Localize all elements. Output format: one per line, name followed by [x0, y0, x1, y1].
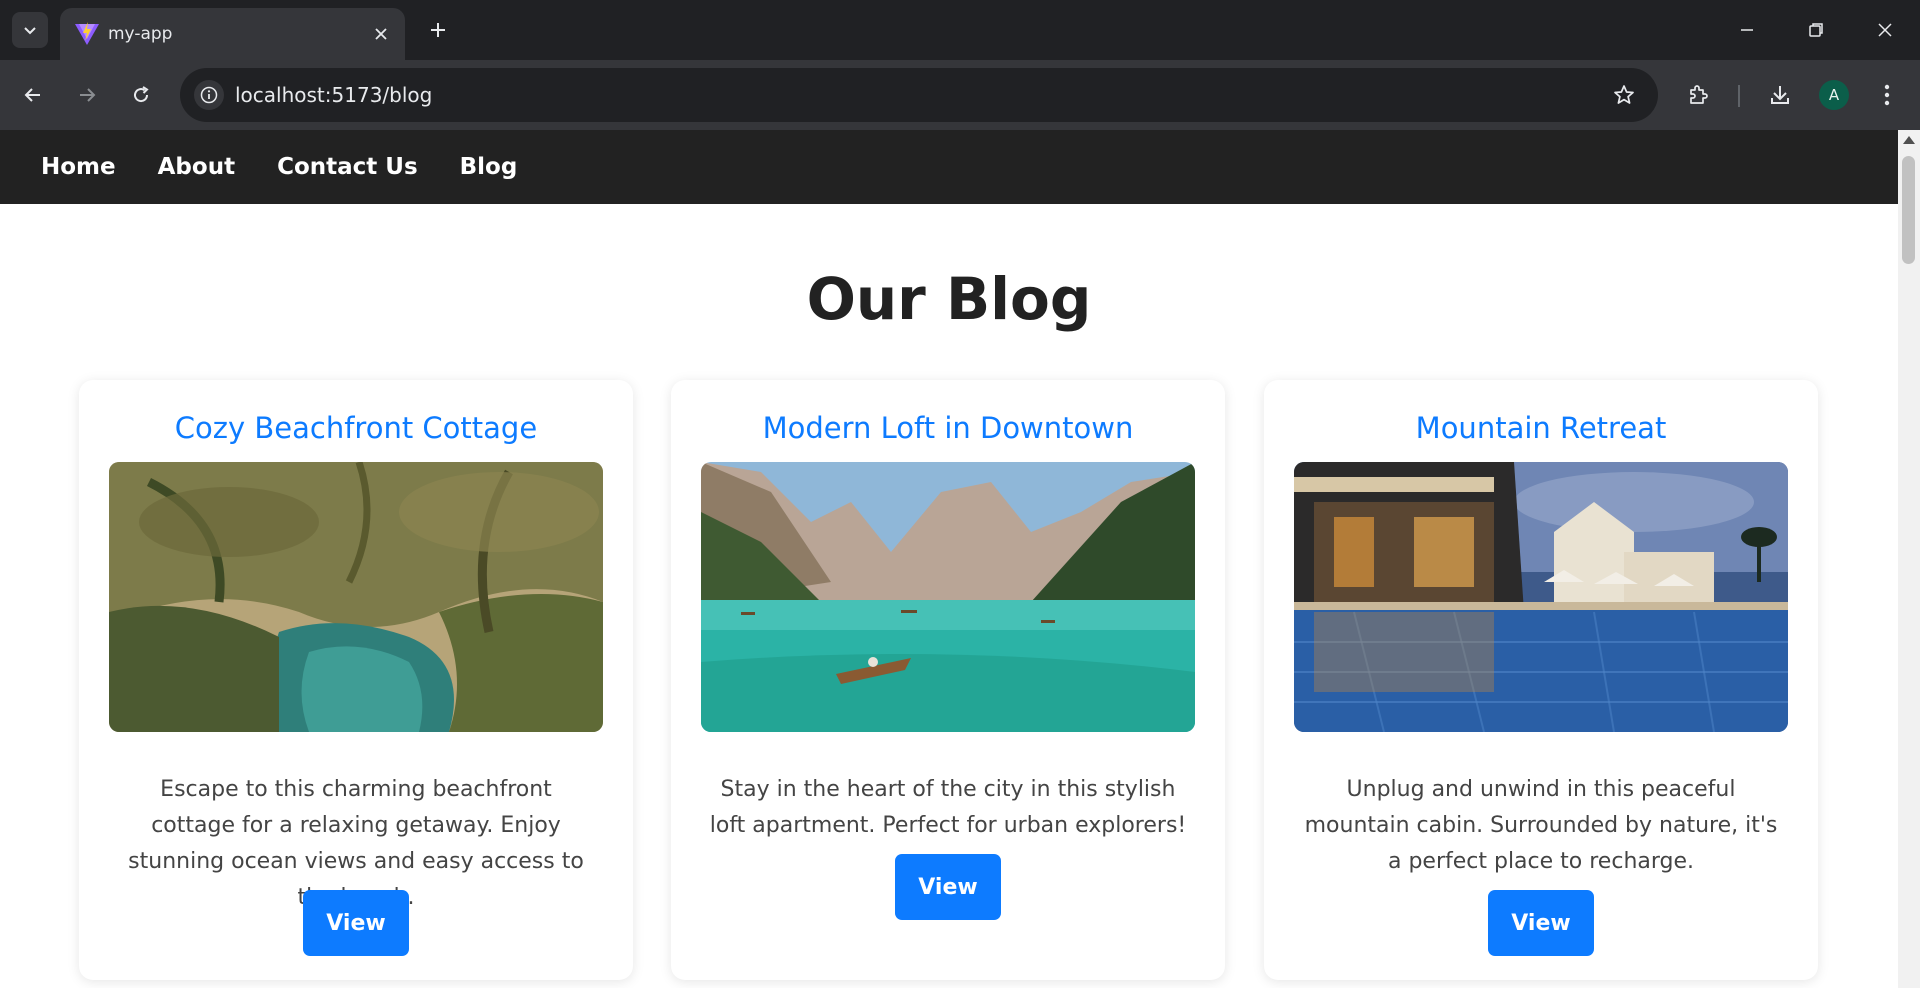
- new-tab-button[interactable]: [424, 16, 452, 44]
- card-title[interactable]: Mountain Retreat: [1264, 410, 1818, 446]
- browser-tab[interactable]: my-app: [60, 8, 405, 60]
- restore-icon: [1809, 23, 1823, 37]
- site-info-button[interactable]: [194, 80, 224, 110]
- view-button[interactable]: View: [895, 854, 1001, 920]
- close-icon: [1878, 23, 1892, 37]
- card-image-resort-pool: [1294, 462, 1788, 732]
- tab-search-button[interactable]: [12, 12, 48, 48]
- site-nav: Home About Contact Us Blog: [0, 130, 1898, 204]
- card-description: Stay in the heart of the city in this st…: [709, 777, 1187, 838]
- forward-button[interactable]: [70, 78, 104, 112]
- toolbar-divider: [1738, 85, 1740, 107]
- scrollbar-thumb[interactable]: [1902, 156, 1915, 264]
- blog-card: Cozy Beachfront Cottage Escape to this c…: [79, 380, 633, 980]
- reload-icon: [134, 86, 149, 103]
- scroll-up-arrow-icon[interactable]: [1903, 136, 1915, 144]
- tropical-river-image: [109, 462, 603, 732]
- blog-card: Mountain Retreat Unplug and unwind in th…: [1264, 380, 1818, 980]
- view-button[interactable]: View: [1488, 890, 1594, 956]
- browser-menu-button[interactable]: [1870, 78, 1904, 112]
- plus-icon: [431, 23, 445, 37]
- address-bar[interactable]: localhost:5173/blog: [180, 68, 1658, 122]
- blog-card: Modern Loft in Downtown Stay in the hear…: [671, 380, 1225, 980]
- nav-link-blog[interactable]: Blog: [439, 130, 539, 204]
- card-image-mountain-lake: [701, 462, 1195, 732]
- extensions-button[interactable]: [1682, 78, 1716, 112]
- card-title[interactable]: Cozy Beachfront Cottage: [79, 410, 633, 446]
- bookmark-button[interactable]: [1610, 81, 1638, 109]
- page-scrollbar[interactable]: [1898, 130, 1920, 988]
- view-button[interactable]: View: [303, 890, 409, 956]
- arrow-left-icon: [24, 88, 40, 102]
- chevron-down-icon: [24, 27, 36, 35]
- resort-pool-image: [1294, 462, 1788, 732]
- vite-logo-icon: [75, 22, 99, 45]
- back-button[interactable]: [16, 78, 50, 112]
- close-icon: [375, 28, 387, 40]
- info-icon: [200, 86, 218, 104]
- page-title: Our Blog: [806, 265, 1092, 333]
- reload-button[interactable]: [124, 78, 158, 112]
- minimize-button[interactable]: [1731, 14, 1763, 46]
- download-icon: [1771, 86, 1789, 104]
- tab-close-button[interactable]: [371, 24, 391, 44]
- page-viewport: Home About Contact Us Blog Our Blog Cozy…: [0, 130, 1898, 988]
- restore-button[interactable]: [1800, 14, 1832, 46]
- url-text[interactable]: localhost:5173/blog: [235, 82, 432, 108]
- mountain-lake-image: [701, 462, 1195, 732]
- card-title[interactable]: Modern Loft in Downtown: [671, 410, 1225, 446]
- nav-link-home[interactable]: Home: [20, 130, 137, 204]
- more-vertical-icon: [1884, 84, 1890, 106]
- close-window-button[interactable]: [1869, 14, 1901, 46]
- browser-toolbar: localhost:5173/blog A: [0, 60, 1920, 130]
- downloads-button[interactable]: [1763, 78, 1797, 112]
- tab-title: my-app: [108, 24, 173, 44]
- card-image-tropical-river: [109, 462, 603, 732]
- nav-link-contact-us[interactable]: Contact Us: [256, 130, 439, 204]
- card-description: Unplug and unwind in this peaceful mount…: [1304, 777, 1778, 874]
- puzzle-icon: [1690, 85, 1708, 104]
- browser-tab-bar: my-app: [0, 0, 1920, 60]
- nav-link-about[interactable]: About: [137, 130, 256, 204]
- minimize-icon: [1741, 29, 1753, 31]
- star-icon: [1614, 85, 1634, 104]
- profile-avatar[interactable]: A: [1819, 80, 1849, 110]
- arrow-right-icon: [80, 88, 96, 102]
